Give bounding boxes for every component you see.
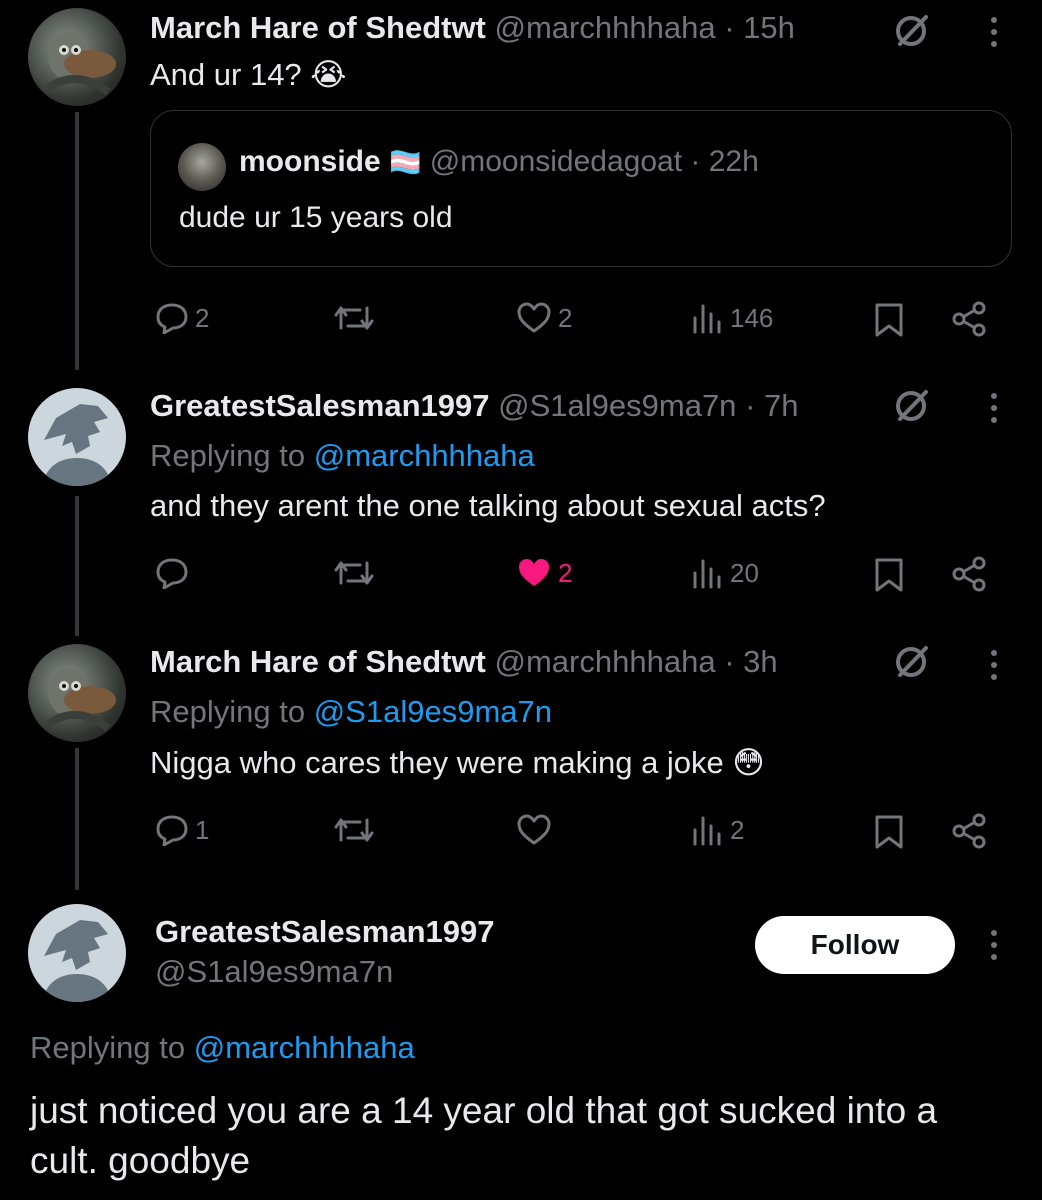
views-icon — [693, 816, 721, 846]
replying-to: Replying to @S1al9es9ma7n — [150, 694, 552, 730]
views-icon — [693, 559, 721, 589]
quote-author-line: moonside 🏳️‍⚧️ @moonsidedagoat · 22h — [239, 145, 759, 179]
thread-line — [75, 112, 79, 370]
reply-icon — [156, 303, 188, 334]
bookmark-icon[interactable] — [873, 814, 905, 850]
view-count: 20 — [730, 557, 759, 588]
tweet-text: Nigga who cares they were making a joke … — [150, 745, 765, 780]
reply-button[interactable] — [155, 557, 195, 589]
grok-icon[interactable] — [892, 645, 932, 679]
author-name[interactable]: March Hare of Shedtwt — [150, 644, 486, 679]
timestamp[interactable]: · 3h — [724, 644, 777, 679]
more-icon[interactable] — [989, 17, 999, 47]
retweet-button[interactable] — [332, 814, 376, 846]
grok-icon[interactable] — [892, 14, 932, 48]
like-button[interactable]: 2 — [516, 302, 572, 334]
timestamp[interactable]: · 7h — [745, 388, 798, 423]
grok-icon[interactable] — [892, 389, 932, 423]
views-icon — [693, 304, 721, 334]
like-button[interactable] — [516, 814, 558, 846]
quote-text: dude ur 15 years old — [179, 201, 453, 234]
reply-count: 2 — [195, 302, 210, 333]
thread-line — [75, 496, 79, 636]
bookmark-icon[interactable] — [873, 557, 905, 593]
author-handle[interactable]: @marchhhhaha — [495, 644, 716, 679]
replying-label: Replying to — [150, 438, 314, 473]
like-count: 2 — [558, 557, 573, 588]
retweet-icon — [334, 561, 374, 585]
hare-avatar-icon — [45, 668, 116, 732]
retweet-icon — [334, 818, 374, 842]
reply-button[interactable]: 1 — [155, 814, 209, 846]
author-handle[interactable]: @S1al9es9ma7n — [498, 388, 736, 423]
tweet-text-line-2: cult. goodbye — [30, 1140, 251, 1181]
replying-to: Replying to @marchhhhaha — [30, 1030, 415, 1066]
author-handle[interactable]: @S1al9es9ma7n — [155, 954, 393, 990]
thread-line — [75, 748, 79, 890]
views-button[interactable]: 20 — [690, 557, 759, 589]
views-button[interactable]: 146 — [690, 302, 773, 334]
share-icon[interactable] — [950, 300, 988, 338]
author-line: March Hare of Shedtwt @marchhhhaha · 15h — [150, 10, 795, 46]
author-line: March Hare of Shedtwt @marchhhhaha · 3h — [150, 644, 778, 680]
share-icon[interactable] — [950, 555, 988, 593]
view-count: 146 — [730, 302, 774, 333]
follow-button[interactable]: Follow — [755, 916, 955, 974]
share-icon[interactable] — [950, 812, 988, 850]
avatar[interactable] — [28, 8, 126, 106]
heart-icon — [517, 814, 551, 845]
quote-avatar[interactable] — [178, 143, 226, 191]
default-avatar-icon — [42, 920, 112, 1002]
replying-mention[interactable]: @S1al9es9ma7n — [314, 694, 552, 729]
author-handle[interactable]: @marchhhhaha — [495, 10, 716, 45]
reply-count: 1 — [195, 814, 210, 845]
retweet-button[interactable] — [332, 557, 376, 589]
reply-button[interactable]: 2 — [155, 302, 209, 334]
views-button[interactable]: 2 — [690, 814, 744, 846]
heart-filled-icon — [519, 559, 549, 586]
avatar[interactable] — [28, 644, 126, 742]
view-count: 2 — [730, 814, 745, 845]
default-avatar-icon — [42, 404, 112, 486]
bookmark-icon[interactable] — [873, 302, 905, 338]
author-name[interactable]: GreatestSalesman1997 — [150, 388, 490, 423]
more-icon[interactable] — [989, 930, 999, 960]
tweet-text-line-1: just noticed you are a 14 year old that … — [30, 1090, 938, 1131]
replying-label: Replying to — [30, 1030, 194, 1065]
quote-author-name[interactable]: moonside — [239, 145, 381, 178]
quote-tweet[interactable]: moonside 🏳️‍⚧️ @moonsidedagoat · 22h dud… — [150, 110, 1012, 267]
tweet-text: and they arent the one talking about sex… — [150, 488, 826, 523]
avatar[interactable] — [28, 388, 126, 486]
reply-icon — [156, 815, 188, 846]
like-count: 2 — [558, 302, 573, 333]
replying-mention[interactable]: @marchhhhaha — [314, 438, 535, 473]
retweet-icon — [334, 306, 374, 330]
author-name[interactable]: GreatestSalesman1997 — [155, 914, 495, 950]
quote-timestamp[interactable]: · 22h — [690, 145, 758, 178]
replying-to: Replying to @marchhhhaha — [150, 438, 535, 474]
heart-icon — [517, 302, 551, 333]
more-icon[interactable] — [989, 650, 999, 680]
quote-author-handle[interactable]: @moonsidedagoat — [430, 145, 682, 178]
retweet-button[interactable] — [332, 302, 376, 334]
replying-label: Replying to — [150, 694, 314, 729]
hare-avatar-icon — [45, 32, 116, 96]
trans-flag-icon: 🏳️‍⚧️ — [389, 147, 422, 177]
avatar[interactable] — [28, 904, 126, 1002]
like-button[interactable]: 2 — [516, 557, 572, 589]
reply-icon — [156, 558, 188, 589]
more-icon[interactable] — [989, 393, 999, 423]
author-name[interactable]: March Hare of Shedtwt — [150, 10, 486, 45]
timestamp[interactable]: · 15h — [724, 10, 795, 45]
replying-mention[interactable]: @marchhhhaha — [194, 1030, 415, 1065]
author-line: GreatestSalesman1997 @S1al9es9ma7n · 7h — [150, 388, 798, 424]
tweet-text: And ur 14? 😭 — [150, 57, 347, 92]
